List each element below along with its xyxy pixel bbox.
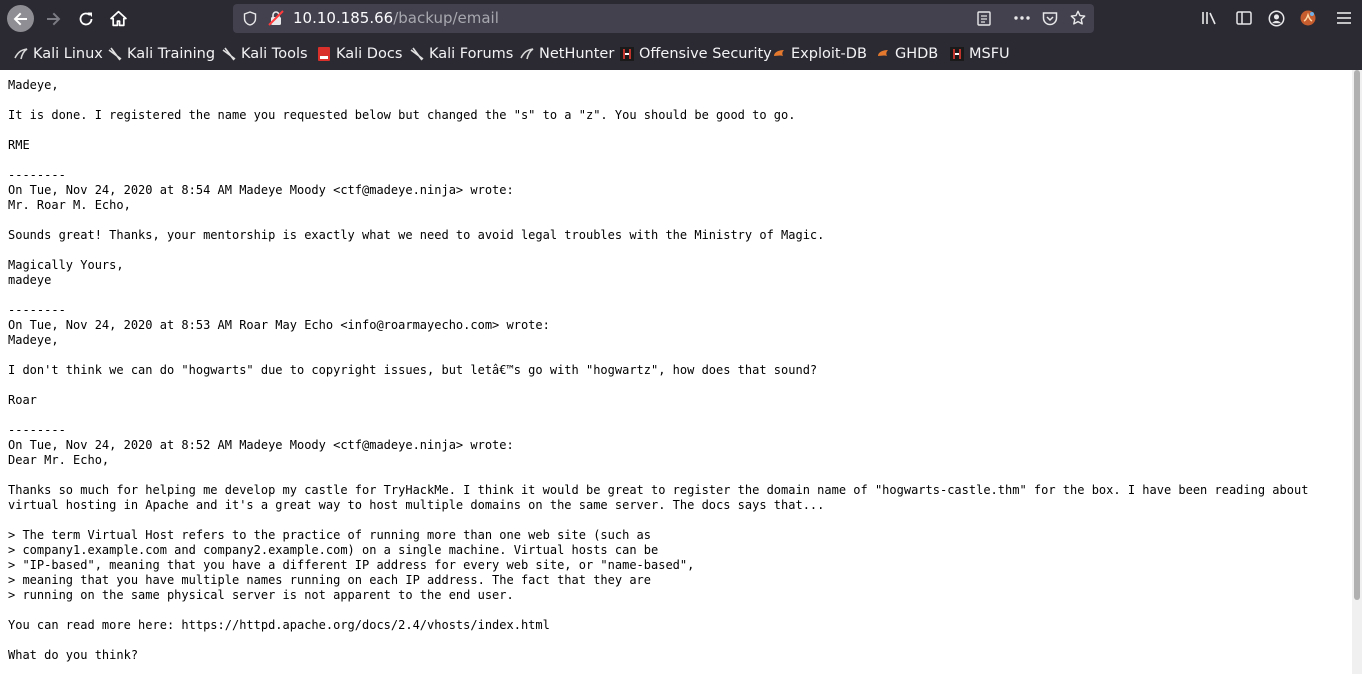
email-line: -------- <box>8 168 66 182</box>
kali-dragon-icon <box>14 47 28 61</box>
extension-icon[interactable] <box>1298 8 1318 28</box>
email-line: Dear Mr. Echo, <box>8 453 110 467</box>
pocket-icon[interactable] <box>1041 9 1059 27</box>
bookmark-label: Kali Training <box>127 46 216 62</box>
url-text[interactable]: 10.10.185.66/backup/email <box>293 9 499 27</box>
email-line: What do you think? <box>8 648 139 662</box>
vertical-scrollbar[interactable] <box>1352 70 1362 674</box>
email-line: It is done. I registered the name you re… <box>8 108 796 122</box>
url-path: /backup/email <box>393 9 499 27</box>
bookmark-label: GHDB <box>895 46 939 62</box>
bookmarks-toolbar: Kali Linux Kali Training Kali Tools Kali… <box>0 38 1362 70</box>
back-button[interactable] <box>7 5 34 32</box>
scrollbar-thumb[interactable] <box>1354 70 1360 600</box>
kali-dragon-icon <box>410 47 424 61</box>
reload-icon <box>79 12 93 25</box>
browser-chrome: 10.10.185.66/backup/email Kali Linux Kal… <box>0 0 1362 70</box>
email-line: Thanks so much for helping me develop my… <box>8 483 1309 497</box>
email-line: Mr. Roar M. Echo, <box>8 198 131 212</box>
bookmark-label: Kali Linux <box>33 46 103 62</box>
email-line: Sounds great! Thanks, your mentorship is… <box>8 228 825 242</box>
offsec-icon <box>620 47 634 61</box>
bookmark-kali-tools[interactable]: Kali Tools <box>222 45 308 63</box>
more-icon[interactable] <box>1013 9 1031 27</box>
kali-dragon-icon <box>108 47 122 61</box>
bookmark-offensive-security[interactable]: Offensive Security <box>620 45 772 63</box>
bookmark-exploit-db[interactable]: Exploit-DB <box>772 45 867 63</box>
email-line: Magically Yours, <box>8 258 124 272</box>
email-line: > company1.example.com and company2.exam… <box>8 543 659 557</box>
bookmark-label: Exploit-DB <box>791 46 867 62</box>
library-icon[interactable] <box>1200 8 1220 28</box>
email-text: Madeye, It is done. I registered the nam… <box>8 78 1308 663</box>
bookmark-label: NetHunter <box>539 46 615 62</box>
bookmark-ghdb[interactable]: GHDB <box>876 45 938 63</box>
arrow-right-icon <box>47 12 61 25</box>
bookmark-msfu[interactable]: MSFU <box>950 45 1010 63</box>
email-line: virtual hosting in Apache and it's a gre… <box>8 498 825 512</box>
account-icon[interactable] <box>1266 8 1286 28</box>
shield-icon[interactable] <box>241 9 259 27</box>
bookmark-kali-linux[interactable]: Kali Linux <box>14 45 103 63</box>
kali-docs-icon <box>317 47 331 61</box>
bookmark-kali-forums[interactable]: Kali Forums <box>410 45 513 63</box>
insecure-lock-icon[interactable] <box>267 9 285 27</box>
email-line: On Tue, Nov 24, 2020 at 8:54 AM Madeye M… <box>8 183 514 197</box>
bookmark-label: Offensive Security <box>639 46 772 62</box>
email-line: You can read more here: https://httpd.ap… <box>8 618 550 632</box>
navigation-toolbar: 10.10.185.66/backup/email <box>0 0 1362 36</box>
ghdb-icon <box>876 47 890 61</box>
bookmark-nethunter[interactable]: NetHunter <box>520 45 614 63</box>
email-line: > meaning that you have multiple names r… <box>8 573 651 587</box>
home-icon <box>109 10 127 27</box>
email-line: madeye <box>8 273 52 287</box>
bookmark-kali-training[interactable]: Kali Training <box>108 45 215 63</box>
star-icon[interactable] <box>1069 9 1087 27</box>
email-line: > "IP-based", meaning that you have a di… <box>8 558 695 572</box>
home-button[interactable] <box>106 5 130 32</box>
bookmark-kali-docs[interactable]: Kali Docs <box>317 45 402 63</box>
email-line: > running on the same physical server is… <box>8 588 514 602</box>
email-line: -------- <box>8 423 66 437</box>
reload-button[interactable] <box>74 5 98 32</box>
email-line: > The term Virtual Host refers to the pr… <box>8 528 651 542</box>
forward-button[interactable] <box>41 5 65 32</box>
arrow-left-icon <box>13 12 27 25</box>
email-line: I don't think we can do "hogwarts" due t… <box>8 363 818 377</box>
exploit-db-icon <box>772 47 786 61</box>
email-line: -------- <box>8 303 66 317</box>
kali-dragon-icon <box>520 47 534 61</box>
url-host: 10.10.185.66 <box>293 9 394 27</box>
reader-view-icon[interactable] <box>975 9 993 27</box>
kali-dragon-icon <box>222 47 236 61</box>
sidebar-icon[interactable] <box>1234 8 1254 28</box>
email-line: On Tue, Nov 24, 2020 at 8:53 AM Roar May… <box>8 318 550 332</box>
email-line: RME <box>8 138 30 152</box>
bookmark-label: Kali Docs <box>336 46 403 62</box>
address-bar[interactable]: 10.10.185.66/backup/email <box>233 4 1094 33</box>
email-line: Madeye, <box>8 333 59 347</box>
bookmark-label: Kali Tools <box>241 46 308 62</box>
email-line: Roar <box>8 393 37 407</box>
bookmark-label: MSFU <box>969 46 1010 62</box>
email-line: On Tue, Nov 24, 2020 at 8:52 AM Madeye M… <box>8 438 514 452</box>
email-line: Madeye, <box>8 78 59 92</box>
bookmark-label: Kali Forums <box>429 46 514 62</box>
offsec-icon <box>950 47 964 61</box>
menu-icon[interactable] <box>1334 8 1354 28</box>
